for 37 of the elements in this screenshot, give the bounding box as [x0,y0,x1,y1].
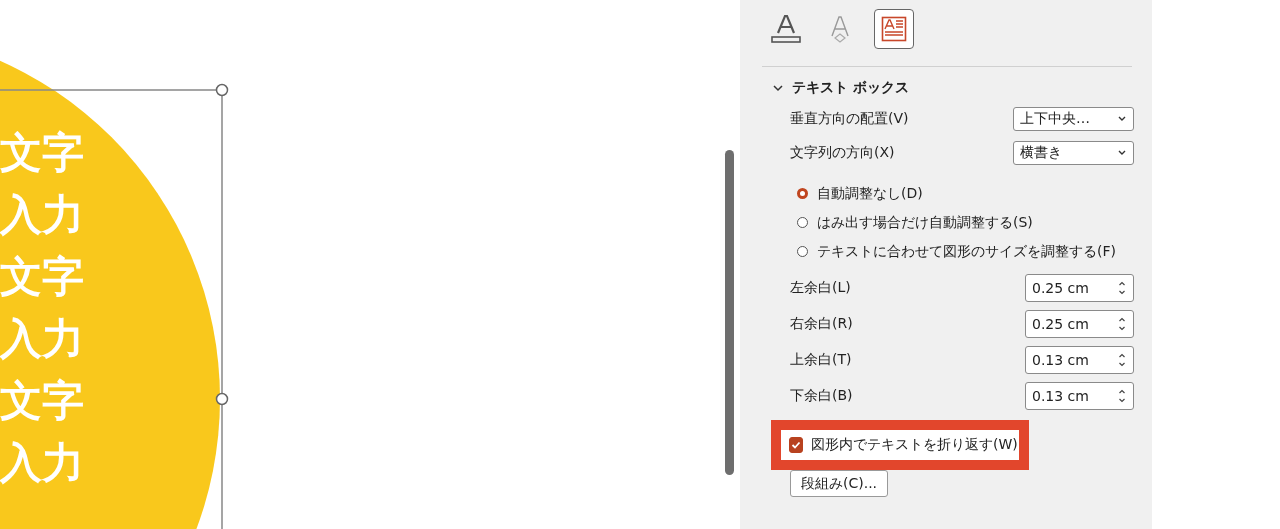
field-label: 垂直方向の配置(V) [790,110,909,128]
underlined-letter-icon [769,14,803,44]
caret-icon [1117,115,1127,123]
text-box-tab[interactable] [874,9,914,49]
radio-label: テキストに合わせて図形のサイズを調整する(F) [817,242,1116,261]
radio-label: 自動調整なし(D) [817,184,923,203]
spinner-field[interactable]: 0.13 cm [1025,382,1134,410]
scrollbar-thumb[interactable] [724,150,734,475]
field-label: 上余白(T) [790,351,852,369]
spinner-field[interactable]: 0.13 cm [1025,346,1134,374]
spinner-field[interactable]: 0.25 cm [1025,274,1134,302]
up-down-arrows-icon [1117,280,1127,296]
radio-label: はみ出す場合だけ自動調整する(S) [817,213,1033,232]
spinner-field[interactable]: 0.25 cm [1025,310,1134,338]
columns-button[interactable]: 段組み(C)... [790,470,889,497]
shape-text-line: 文字 [0,375,84,427]
caret-icon [1117,149,1127,157]
text-box-icon [881,16,907,42]
field-label: 左余白(L) [790,279,851,297]
field-label: 右余白(R) [790,315,853,333]
radio-button[interactable] [797,246,808,257]
chevron-down-icon[interactable] [772,83,784,93]
radio-button[interactable] [797,188,808,199]
section-title: テキスト ボックス [792,79,909,97]
checkmark-icon [790,439,802,451]
up-down-arrows-icon [1117,352,1127,368]
dropdown-field[interactable]: 上下中央… [1013,107,1134,131]
up-down-arrows-icon [1117,316,1127,332]
up-down-arrows-icon [1117,388,1127,404]
shape-text-line: 文字 [0,127,84,179]
shape-text-line: 文字 [0,251,84,303]
field-label: 文字列の方向(X) [790,144,895,162]
checkbox-label: 図形内でテキストを折り返す(W) [811,436,1018,454]
field-label: 下余白(B) [790,387,853,405]
radio-button[interactable] [797,217,808,228]
checkbox[interactable] [789,437,803,453]
dropdown-field[interactable]: 横書き [1013,141,1134,165]
